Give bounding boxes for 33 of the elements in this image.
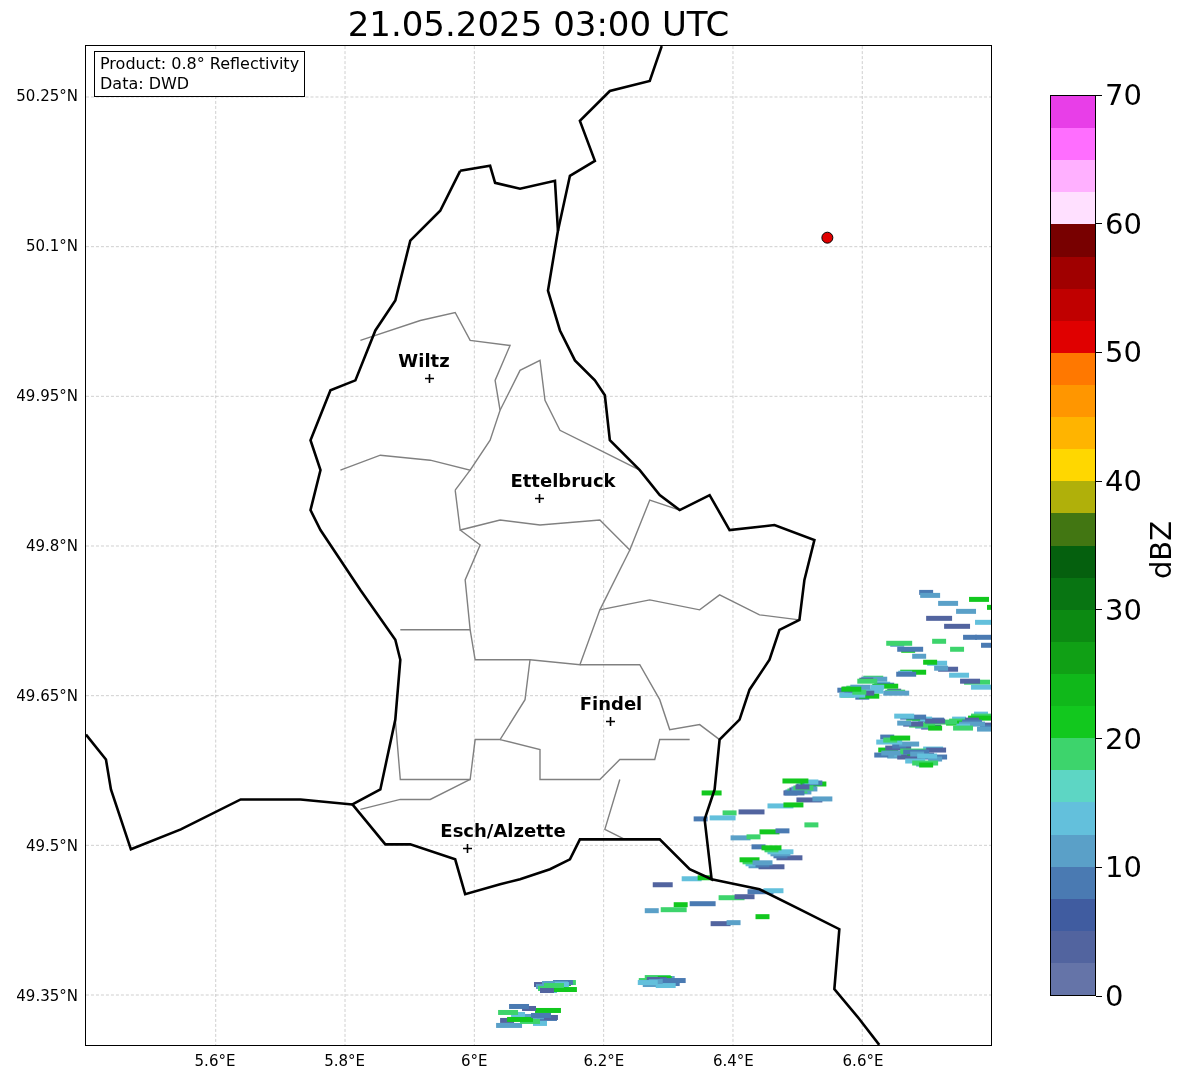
colorbar-tick-label: 60 <box>1105 208 1142 239</box>
longitude-label: 6.6°E <box>842 1052 884 1070</box>
colorbar-tick-label: 70 <box>1105 80 1142 110</box>
latitude-label: 49.5°N <box>25 837 78 855</box>
info-text: Data: DWD <box>100 74 191 94</box>
latitude-label: 49.35°N <box>16 987 78 1005</box>
colorbar-label: dBZ <box>1146 520 1176 580</box>
latitude-label: 49.8°N <box>25 537 78 555</box>
city-marker-icon <box>534 493 544 503</box>
city-label: Wiltz <box>398 351 450 371</box>
city-label: Findel <box>579 694 643 714</box>
info-text: Product: 0.8° Reflectivity <box>100 54 300 74</box>
longitude-label: 6.2°E <box>583 1052 625 1070</box>
longitude-label: 6°E <box>460 1052 488 1070</box>
latitude-label: 49.65°N <box>16 687 78 705</box>
city-marker-icon <box>462 843 472 853</box>
colorbar-tick-label: 10 <box>1105 852 1142 883</box>
city-marker-icon <box>424 373 434 383</box>
longitude-label: 5.6°E <box>194 1052 236 1070</box>
latitude-label: 50.25°N <box>16 87 78 105</box>
city-label: Ettelbruck <box>510 471 616 491</box>
colorbar-tick-label: 40 <box>1105 466 1142 497</box>
colorbar-tick-label: 0 <box>1105 981 1124 1011</box>
longitude-label: 5.8°E <box>324 1052 365 1070</box>
colorbar-tick-label: 50 <box>1105 337 1142 368</box>
city-label: Esch/Alzette <box>440 821 566 841</box>
city-marker-icon <box>605 716 615 726</box>
latitude-label: 49.95°N <box>16 387 78 405</box>
chart-title: 21.05.2025 03:00 UTC <box>347 4 730 44</box>
colorbar-tick-label: 20 <box>1105 723 1142 754</box>
longitude-label: 6.4°E <box>712 1052 754 1070</box>
colorbar-tick-label: 30 <box>1105 594 1142 625</box>
latitude-label: 50.1°N <box>25 237 78 255</box>
